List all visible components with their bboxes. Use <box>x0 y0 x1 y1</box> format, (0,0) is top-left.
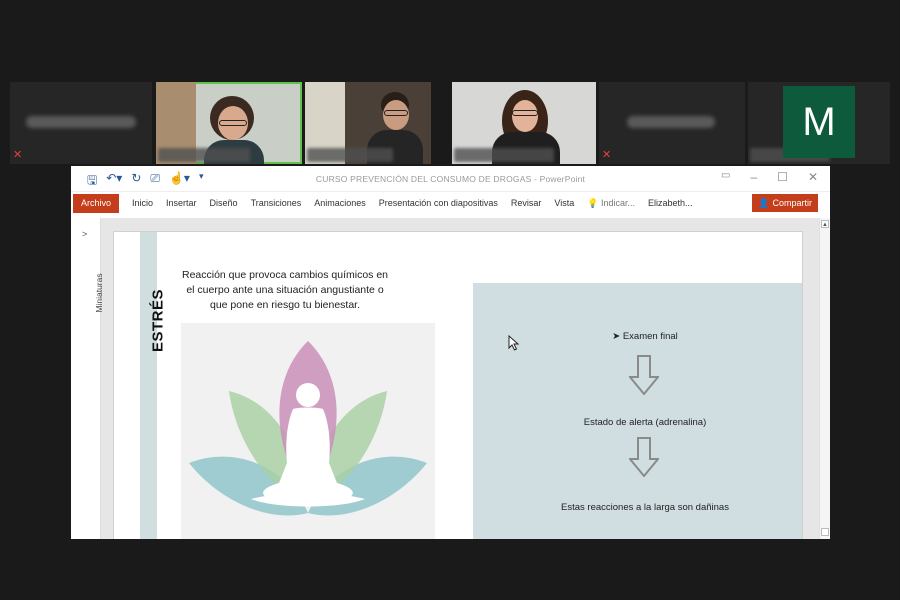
tell-me-box[interactable]: 💡 Indicar... <box>587 198 635 209</box>
glasses <box>384 110 408 116</box>
window-title: CURSO PREVENCIÓN DEL CONSUMO DE DROGAS -… <box>315 174 586 184</box>
step-1-text: Examen final <box>622 331 678 342</box>
close-icon[interactable]: ✕ <box>808 170 818 184</box>
content-panel: ➤ Examen final Estado de alerta (adrenal… <box>473 283 802 539</box>
tab-transiciones[interactable]: Transiciones <box>251 198 302 208</box>
glasses <box>512 110 538 116</box>
tab-presentacion[interactable]: Presentación con diapositivas <box>379 198 498 208</box>
step-3-text: Estas reacciones a la larga son dañinas <box>561 502 729 513</box>
participant-name-blurred <box>158 148 250 162</box>
share-button[interactable]: 👤 Compartir <box>752 194 818 212</box>
tab-animaciones[interactable]: Animaciones <box>314 198 366 208</box>
title-strip <box>140 232 157 539</box>
ribbon-tabs: Archivo Inicio Insertar Diseño Transicio… <box>71 192 830 214</box>
step-2-text: Estado de alerta (adrenalina) <box>583 417 707 428</box>
arrow-down-icon <box>629 437 659 477</box>
step-1: ➤ Examen final <box>473 331 802 342</box>
minimize-icon[interactable]: – <box>750 170 757 184</box>
participant-tile-5[interactable]: ✕ <box>599 82 745 164</box>
title-bar: 🖫 ↶▾ ↻ ⎚ ☝▾ ▾ CURSO PREVENCIÓN DEL CONSU… <box>71 166 830 192</box>
tab-diseno[interactable]: Diseño <box>210 198 238 208</box>
scroll-down-button[interactable] <box>821 528 829 536</box>
lightbulb-icon: 💡 <box>587 197 599 208</box>
slide-canvas[interactable]: ESTRÉS Reacción que provoca cambios quím… <box>113 231 803 539</box>
participant-face <box>512 100 538 132</box>
bullet-arrow-icon: ➤ <box>612 331 621 342</box>
tab-archivo[interactable]: Archivo <box>73 193 120 213</box>
window-controls: ▭ – ☐ ✕ <box>721 170 818 184</box>
tab-insertar[interactable]: Insertar <box>166 198 197 208</box>
mic-muted-icon: ✕ <box>602 149 612 161</box>
participant-name-blurred <box>454 148 554 162</box>
definition-text: Reacción que provoca cambios químicos en… <box>181 269 389 311</box>
mic-muted-icon: ✕ <box>13 149 23 161</box>
person-icon: 👤 <box>758 198 770 208</box>
tab-vista[interactable]: Vista <box>554 198 574 208</box>
participant-name-blurred <box>26 116 136 128</box>
thumbnails-pane[interactable]: > Miniaturas <box>71 218 104 539</box>
tell-me-label: Indicar... <box>600 197 635 208</box>
powerpoint-window: 🖫 ↶▾ ↻ ⎚ ☝▾ ▾ CURSO PREVENCIÓN DEL CONSU… <box>71 166 830 539</box>
participant-tile-4[interactable] <box>452 82 596 164</box>
share-label: Compartir <box>772 198 812 208</box>
participant-avatar: M <box>783 86 855 158</box>
vertical-scrollbar[interactable]: ▲ <box>819 218 830 539</box>
participant-tile-2[interactable] <box>156 82 302 164</box>
lotus-illustration <box>181 323 435 539</box>
ribbon-display-icon[interactable]: ▭ <box>721 170 730 184</box>
tab-revisar[interactable]: Revisar <box>511 198 542 208</box>
chevron-right-icon[interactable]: > <box>82 229 87 239</box>
arrow-down-icon <box>629 355 659 395</box>
participant-tile-3[interactable] <box>305 82 431 164</box>
glasses <box>219 120 247 126</box>
user-account[interactable]: Elizabeth... <box>648 198 693 208</box>
meditation-lotus-icon <box>189 341 427 516</box>
participant-name-blurred <box>627 116 715 128</box>
maximize-icon[interactable]: ☐ <box>777 170 788 184</box>
mouse-cursor-icon <box>508 335 520 351</box>
scroll-up-icon[interactable]: ▲ <box>821 220 829 228</box>
thumbnails-label: Miniaturas <box>94 273 104 313</box>
tab-inicio[interactable]: Inicio <box>132 198 153 208</box>
video-call-screen: ✕ ✕ M 🖫 ↶▾ ↻ ⎚ ☝▾ ▾ CURSO PREVENCIÓN DEL… <box>0 0 900 600</box>
slide-title: ESTRÉS <box>149 289 167 353</box>
participant-tile-1[interactable]: ✕ <box>10 82 152 164</box>
slide-workspace: > Miniaturas ESTRÉS Reacción que provoca… <box>71 218 830 539</box>
participant-name-blurred <box>307 148 393 162</box>
